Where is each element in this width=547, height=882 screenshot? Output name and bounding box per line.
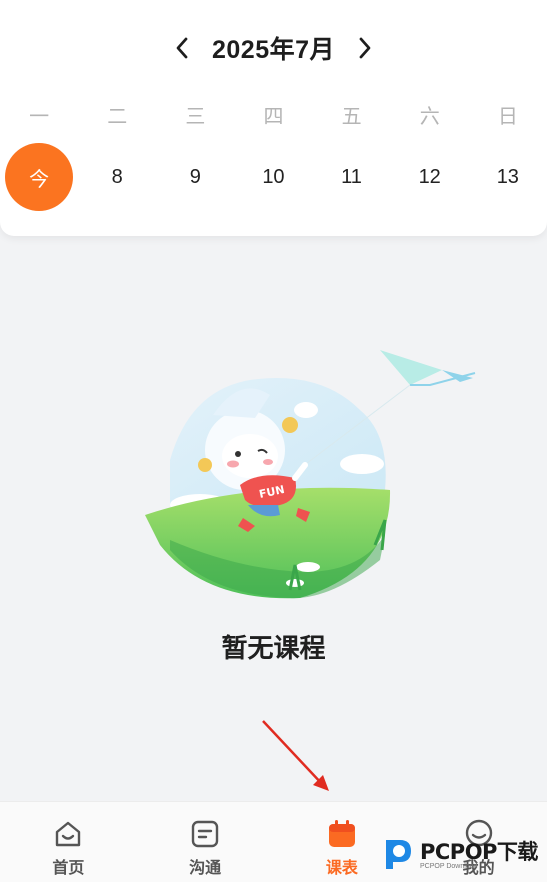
- day-cell[interactable]: 11: [313, 142, 391, 212]
- watermark-sub: PCPOP Download: [420, 863, 478, 870]
- pcpop-logo-icon: [386, 840, 411, 869]
- tab-label: 课表: [325, 858, 358, 877]
- tab-chat[interactable]: 沟通: [137, 802, 274, 882]
- day-cell-today[interactable]: 今: [0, 142, 78, 212]
- weekday-label: 一: [29, 104, 50, 128]
- calendar-panel: 2025年7月 一 二 三 四 五 六 日 今 8 9 10 11 12 13: [0, 0, 547, 236]
- day-cell[interactable]: 9: [156, 142, 234, 212]
- chat-icon: [191, 820, 219, 848]
- today-badge: 今: [5, 143, 74, 211]
- tab-home[interactable]: 首页: [0, 802, 137, 882]
- red-arrow-annotation: [262, 720, 329, 791]
- weekday-label: 六: [419, 104, 440, 128]
- day-cell[interactable]: 10: [234, 142, 312, 212]
- empty-illustration: FUN: [145, 350, 476, 599]
- chevron-left-icon: [176, 37, 188, 59]
- home-icon: [56, 821, 81, 847]
- next-month-button[interactable]: [351, 30, 379, 66]
- day-cell[interactable]: 13: [469, 142, 547, 212]
- calendar-header: 2025年7月: [0, 28, 547, 68]
- weekday-label: 二: [107, 104, 128, 128]
- weekday-label: 五: [341, 104, 362, 128]
- day-row: 今 8 9 10 11 12 13: [0, 142, 547, 212]
- chevron-right-icon: [359, 37, 371, 59]
- weekday-label: 日: [497, 104, 518, 128]
- prev-month-button[interactable]: [168, 30, 196, 66]
- watermark-brand: PCPOP下载: [420, 840, 538, 864]
- day-cell[interactable]: 12: [391, 142, 469, 212]
- tab-label: 沟通: [189, 858, 222, 877]
- weekday-label: 三: [185, 104, 206, 128]
- month-title: 2025年7月: [211, 36, 336, 64]
- watermark-text: PCPOP下载 PCPOP Download: [420, 836, 538, 870]
- calendar-icon: [328, 820, 355, 847]
- watermark: PCPOP下载 PCPOP Download: [378, 828, 547, 878]
- weekday-row: 一 二 三 四 五 六 日: [0, 100, 547, 129]
- day-cell[interactable]: 8: [78, 142, 156, 212]
- empty-state-message: 暂无课程: [221, 634, 326, 664]
- weekday-label: 四: [263, 104, 284, 128]
- tab-label: 首页: [52, 858, 85, 877]
